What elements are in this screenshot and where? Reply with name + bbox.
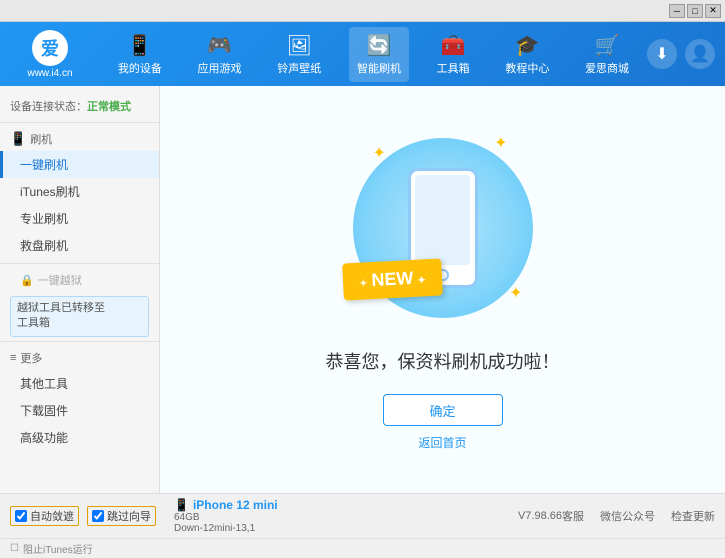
wallpaper-icon: 🖼 [287, 33, 312, 58]
version-info: V7.98.66 [518, 510, 562, 522]
content-area: ✦ ✦ ✦ NEW 恭喜您，保资料刷机成功啦！ 确定 返回首页 [160, 86, 725, 493]
header: 爱 www.i4.cn 📱 我的设备 🎮 应用游戏 🖼 铃声壁纸 🔄 智能刷机 … [0, 22, 725, 86]
nav-wallpaper-label: 铃声壁纸 [277, 60, 321, 76]
nav-my-device-label: 我的设备 [118, 60, 162, 76]
device-info: 📱 iPhone 12 mini 64GB Down-12mini-13,1 [174, 498, 278, 534]
sidebar-section-more[interactable]: ≡ 更多 [0, 346, 159, 370]
device-name-text: iPhone 12 mini [193, 498, 278, 512]
nav-apps-label: 应用游戏 [198, 60, 242, 76]
device-storage: 64GB [174, 512, 278, 523]
nav-mall[interactable]: 🛒 爱思商城 [577, 27, 637, 82]
phone-illustration: ✦ ✦ ✦ NEW [343, 128, 543, 328]
download-btn[interactable]: ⬇ [647, 39, 677, 69]
version-text: V7.98.66 [518, 510, 562, 522]
wechat-link[interactable]: 微信公众号 [600, 508, 655, 524]
smart-flash-icon: 🔄 [367, 33, 392, 58]
itunes-checkbox-icon: ☐ [10, 543, 19, 554]
sparkle-2: ✦ [494, 133, 507, 153]
nav-mall-label: 爱思商城 [585, 60, 629, 76]
device-status: 设备连接状态：正常模式 [0, 94, 159, 123]
auto-hide-label: 自动敛遮 [30, 508, 74, 524]
flash-section-icon: 📱 [10, 131, 26, 147]
bottom-right: 客服 微信公众号 检查更新 [562, 508, 715, 524]
apps-icon: 🎮 [207, 33, 232, 58]
sidebar-item-other-tools[interactable]: 其他工具 [0, 370, 159, 397]
check-update-link[interactable]: 检查更新 [671, 508, 715, 524]
nav-tutorial-label: 教程中心 [505, 60, 549, 76]
sidebar-item-advanced[interactable]: 高级功能 [0, 424, 159, 451]
other-tools-label: 其他工具 [20, 377, 68, 391]
recovery-label: 救盘刷机 [20, 239, 68, 253]
nav-toolbox-label: 工具箱 [437, 60, 470, 76]
sidebar-jailbreak-notice: 越狱工具已转移至工具箱 [10, 296, 149, 337]
nav-my-device[interactable]: 📱 我的设备 [110, 27, 170, 82]
nav-apps[interactable]: 🎮 应用游戏 [190, 27, 250, 82]
jailbreak-label: 一键越狱 [38, 272, 82, 288]
toolbox-icon: 🧰 [441, 33, 466, 58]
nav-wallpaper[interactable]: 🖼 铃声壁纸 [269, 27, 329, 82]
more-icon: ≡ [10, 352, 16, 364]
sidebar: 设备连接状态：正常模式 📱 刷机 一键刷机 iTunes刷机 专业刷机 救盘刷机… [0, 86, 160, 493]
flash-section-label: 刷机 [30, 131, 52, 147]
mall-icon: 🛒 [595, 33, 620, 58]
skip-wizard-checkbox[interactable]: 跳过向导 [87, 506, 156, 526]
sidebar-item-recovery[interactable]: 救盘刷机 [0, 232, 159, 259]
confirm-button[interactable]: 确定 [383, 394, 503, 426]
more-label: 更多 [20, 350, 42, 366]
status-value: 正常模式 [87, 101, 131, 113]
tutorial-icon: 🎓 [515, 33, 540, 58]
firmware-label: 下载固件 [20, 404, 68, 418]
itunes-bar: ☐ 阻止iTunes运行 [0, 538, 725, 558]
logo-icon: 爱 [32, 30, 68, 66]
main-container: 设备连接状态：正常模式 📱 刷机 一键刷机 iTunes刷机 专业刷机 救盘刷机… [0, 86, 725, 493]
jailbreak-notice-text: 越狱工具已转移至工具箱 [17, 302, 105, 329]
itunes-bar-label: 阻止iTunes运行 [23, 541, 93, 556]
skip-wizard-label: 跳过向导 [107, 508, 151, 524]
minimize-btn[interactable]: ─ [669, 4, 685, 18]
user-btn[interactable]: 👤 [685, 39, 715, 69]
sidebar-jailbreak-header: 🔒 一键越狱 [0, 268, 159, 292]
device-icon: 📱 [174, 498, 189, 512]
onekey-label: 一键刷机 [20, 158, 68, 172]
sidebar-item-onekey[interactable]: 一键刷机 [0, 151, 159, 178]
skip-wizard-input[interactable] [92, 510, 104, 522]
lock-icon: 🔒 [20, 274, 34, 287]
itunes-label: iTunes刷机 [20, 185, 80, 199]
back-home-link[interactable]: 返回首页 [418, 434, 466, 451]
pro-label: 专业刷机 [20, 212, 68, 226]
sidebar-item-itunes[interactable]: iTunes刷机 [0, 178, 159, 205]
logo-area[interactable]: 爱 www.i4.cn [10, 30, 90, 79]
device-name-row: 📱 iPhone 12 mini [174, 498, 278, 512]
success-message: 恭喜您，保资料刷机成功啦！ [326, 348, 560, 374]
sparkle-1: ✦ [373, 143, 386, 163]
sidebar-section-flash[interactable]: 📱 刷机 [0, 127, 159, 151]
my-device-icon: 📱 [127, 33, 152, 58]
sidebar-item-pro[interactable]: 专业刷机 [0, 205, 159, 232]
close-btn[interactable]: ✕ [705, 4, 721, 18]
divider-1 [0, 263, 159, 264]
auto-hide-checkbox[interactable]: 自动敛遮 [10, 506, 79, 526]
nav-smart-flash[interactable]: 🔄 智能刷机 [349, 27, 409, 82]
title-bar: ─ □ ✕ [0, 0, 725, 22]
device-model: Down-12mini-13,1 [174, 523, 278, 534]
bottom-row1: 自动敛遮 跳过向导 📱 iPhone 12 mini 64GB Down-12m… [0, 494, 725, 538]
nav-smart-flash-label: 智能刷机 [357, 60, 401, 76]
bottom-bar: 自动敛遮 跳过向导 📱 iPhone 12 mini 64GB Down-12m… [0, 493, 725, 545]
status-label: 设备连接状态： [10, 101, 87, 113]
customer-service-link[interactable]: 客服 [562, 508, 584, 524]
sparkle-3: ✦ [509, 283, 522, 303]
maximize-btn[interactable]: □ [687, 4, 703, 18]
bottom-left: 自动敛遮 跳过向导 📱 iPhone 12 mini 64GB Down-12m… [10, 498, 518, 534]
phone-screen [415, 175, 470, 265]
advanced-label: 高级功能 [20, 431, 68, 445]
nav-bar: 📱 我的设备 🎮 应用游戏 🖼 铃声壁纸 🔄 智能刷机 🧰 工具箱 🎓 教程中心… [100, 27, 647, 82]
logo-subtext: www.i4.cn [27, 68, 72, 79]
sidebar-item-firmware[interactable]: 下载固件 [0, 397, 159, 424]
nav-right: ⬇ 👤 [647, 39, 715, 69]
auto-hide-input[interactable] [15, 510, 27, 522]
nav-tutorial[interactable]: 🎓 教程中心 [497, 27, 557, 82]
new-badge: NEW [342, 258, 443, 300]
divider-2 [0, 341, 159, 342]
nav-toolbox[interactable]: 🧰 工具箱 [429, 27, 478, 82]
